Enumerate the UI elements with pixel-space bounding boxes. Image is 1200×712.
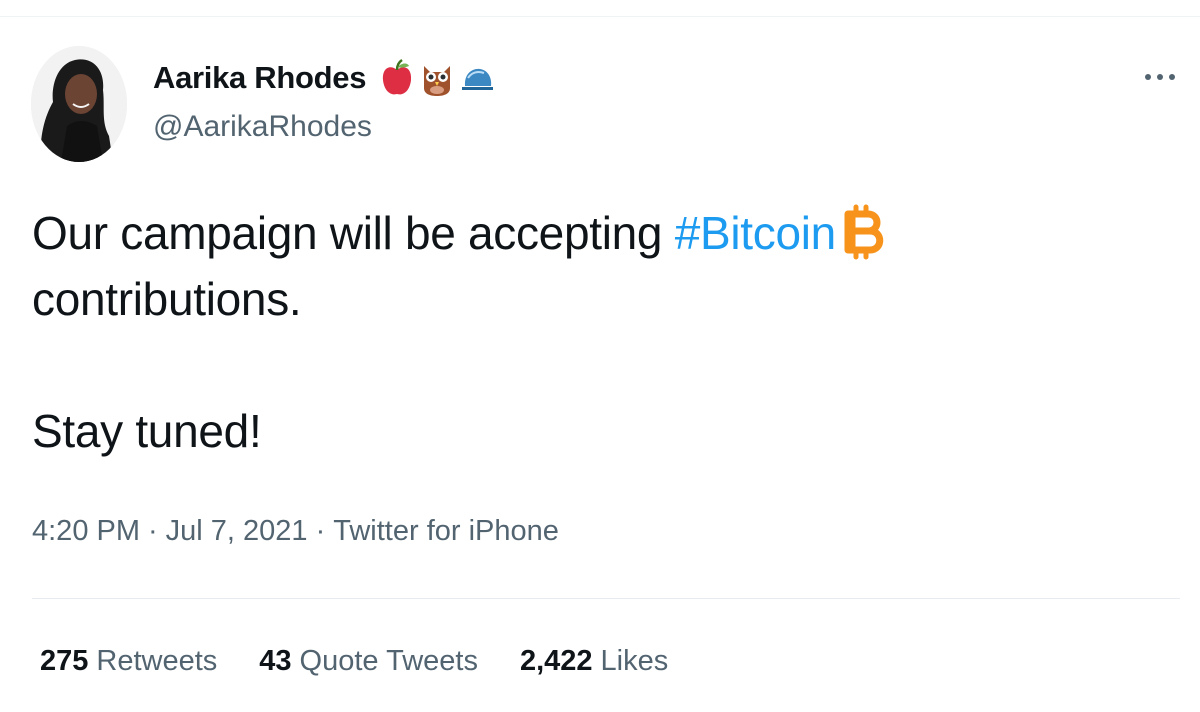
- retweets-count: 275: [40, 645, 89, 677]
- tweet-card: Aarika Rhodes @AarikaRhodes Our campaign…: [0, 0, 1200, 712]
- likes-stat[interactable]: 2,422 Likes: [520, 645, 668, 678]
- tweet-line-3: Stay tuned!: [32, 405, 262, 457]
- retweets-stat[interactable]: 275 Retweets: [40, 645, 217, 678]
- display-name[interactable]: Aarika Rhodes: [153, 60, 366, 96]
- quote-tweets-stat[interactable]: 43 Quote Tweets: [259, 645, 478, 678]
- more-dots-icon: [1145, 74, 1175, 80]
- apple-icon: [383, 58, 412, 95]
- tweet-source[interactable]: Twitter for iPhone: [333, 515, 559, 548]
- avatar-photo: [31, 46, 127, 162]
- hashtag-link[interactable]: #Bitcoin: [675, 207, 837, 259]
- tweet-stats: 275 Retweets 43 Quote Tweets 2,422 Likes: [40, 645, 668, 678]
- quote-tweets-count: 43: [259, 645, 292, 677]
- name-emojis: [380, 58, 494, 98]
- tweet-line-1: Our campaign will be accepting #Bitcoin: [32, 200, 1152, 266]
- tweet-text-before-hashtag: Our campaign will be accepting: [32, 207, 675, 259]
- owl-icon: [424, 66, 451, 96]
- avatar[interactable]: [31, 46, 127, 162]
- retweets-label: Retweets: [96, 645, 218, 677]
- tweet-time[interactable]: 4:20 PM: [32, 515, 140, 548]
- user-handle[interactable]: @AarikaRhodes: [153, 110, 372, 144]
- meta-separator: ·: [148, 515, 158, 547]
- likes-count: 2,422: [519, 645, 593, 677]
- display-name-row: Aarika Rhodes: [153, 58, 494, 98]
- more-options-button[interactable]: [1140, 62, 1180, 92]
- likes-label: Likes: [600, 645, 669, 677]
- stats-divider: [32, 598, 1180, 599]
- blue-cap-icon: [462, 68, 494, 90]
- tweet-meta: 4:20 PM · Jul 7, 2021 · Twitter for iPho…: [32, 515, 559, 548]
- meta-separator: ·: [315, 515, 326, 547]
- tweet-date[interactable]: Jul 7, 2021: [166, 515, 308, 548]
- tweet-text: Our campaign will be accepting #Bitcoin …: [32, 200, 1152, 464]
- quote-tweets-label: Quote Tweets: [299, 645, 478, 677]
- tweet-line-2: contributions.: [32, 273, 302, 325]
- bitcoin-icon: [840, 203, 884, 261]
